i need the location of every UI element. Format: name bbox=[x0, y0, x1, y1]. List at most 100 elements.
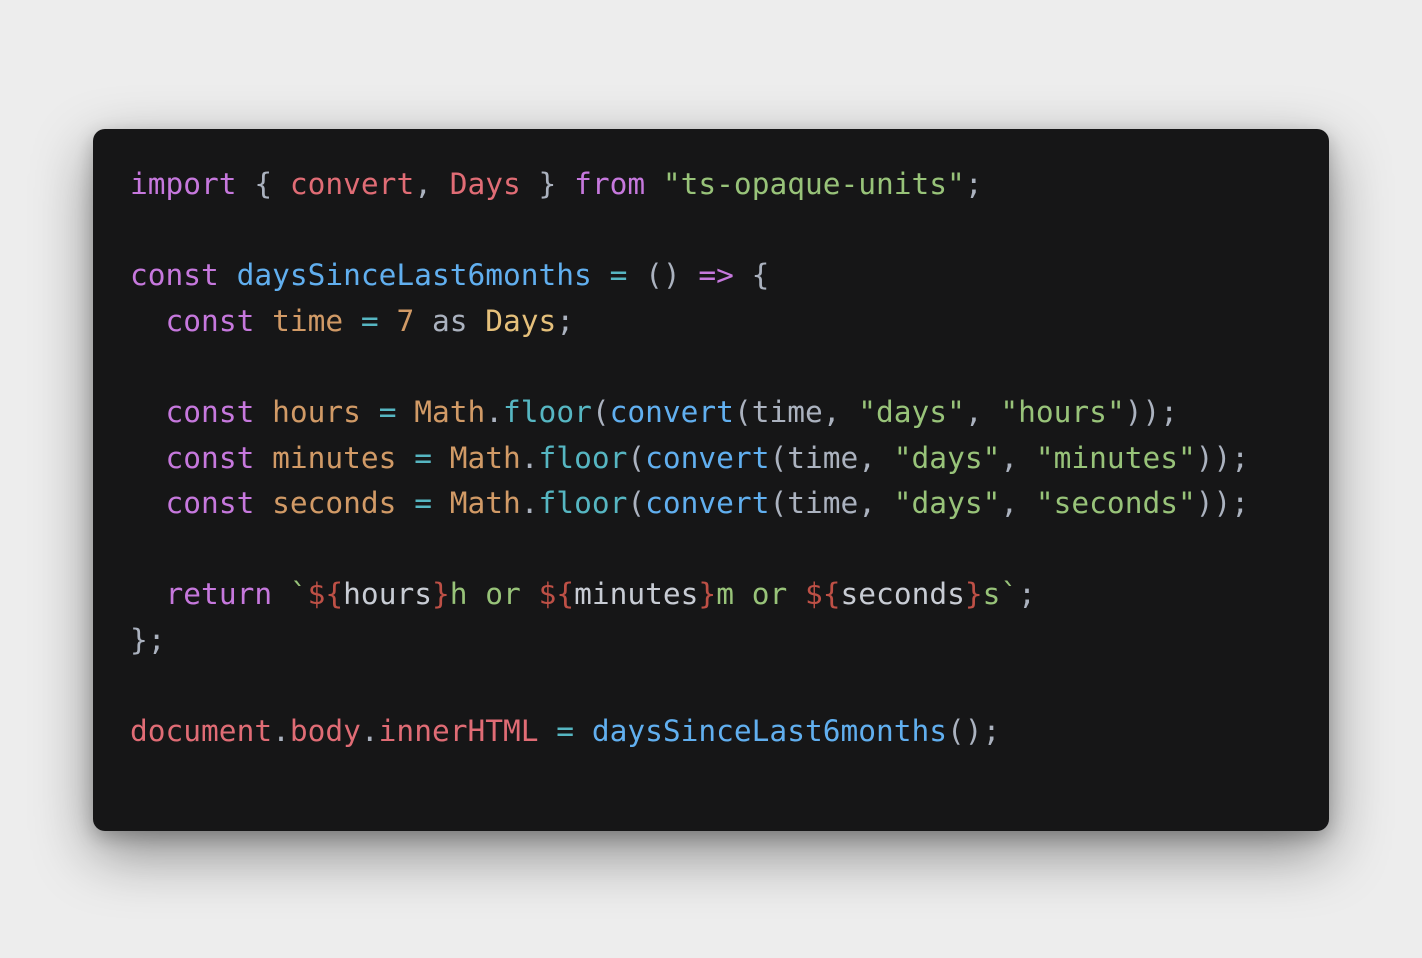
code-token-punctuation: ; bbox=[964, 167, 983, 201]
code-token-punctuation: (time, bbox=[769, 440, 894, 475]
code-line: const minutes = Math.floor(convert(time,… bbox=[130, 436, 1250, 482]
code-token-string: "ts-opaque-units" bbox=[662, 167, 965, 201]
code-token-template-brace: } bbox=[431, 577, 450, 612]
code-token-method: = bbox=[609, 258, 628, 293]
code-token-template-brace: ${ bbox=[307, 577, 344, 612]
code-line: return `${hours}h or ${minutes}m or ${se… bbox=[130, 572, 1249, 618]
code-line: ​ bbox=[130, 527, 1249, 573]
code-token-punctuation: { bbox=[733, 258, 770, 293]
code-token-punctuation bbox=[130, 395, 166, 429]
code-token-punctuation: }; bbox=[130, 622, 166, 657]
code-line: const hours = Math.floor(convert(time, "… bbox=[130, 390, 1249, 436]
code-token-function-name: convert bbox=[645, 486, 770, 521]
code-token-method: = bbox=[360, 303, 379, 338]
code-line: ​ bbox=[130, 208, 1249, 254]
code-token-punctuation bbox=[254, 395, 272, 429]
code-token-punctuation bbox=[343, 304, 361, 338]
code-token-variable: minutes bbox=[272, 440, 397, 475]
code-token-keyword: const bbox=[130, 258, 219, 293]
code-token-string: "minutes" bbox=[1035, 440, 1196, 475]
code-token-punctuation bbox=[219, 258, 237, 292]
code-token-keyword: from bbox=[574, 167, 646, 201]
code-token-punctuation: ; bbox=[1018, 577, 1036, 612]
code-token-import-name: Days bbox=[449, 167, 521, 201]
code-token-keyword: const bbox=[165, 486, 255, 521]
code-token-string: "hours" bbox=[1000, 394, 1125, 429]
code-token-punctuation bbox=[432, 486, 450, 520]
code-token-punctuation bbox=[254, 304, 272, 338]
code-token-interpolated: seconds bbox=[840, 577, 965, 612]
code-token-punctuation bbox=[592, 258, 610, 292]
code-token-keyword: import bbox=[130, 167, 237, 201]
code-token-punctuation: (time, bbox=[769, 486, 894, 521]
code-token-variable: time bbox=[272, 303, 344, 338]
code-token-function-name: daysSinceLast6months bbox=[591, 714, 948, 749]
code-line: import { convert, Days } from "ts-opaque… bbox=[130, 162, 1249, 208]
code-token-punctuation bbox=[396, 395, 414, 429]
code-token-punctuation bbox=[645, 167, 663, 201]
code-token-punctuation: ( bbox=[627, 440, 646, 475]
code-token-function-name: convert bbox=[645, 440, 770, 475]
code-token-variable: Math bbox=[449, 486, 521, 521]
code-token-variable: 7 bbox=[396, 303, 415, 338]
code-token-punctuation: , bbox=[414, 167, 450, 201]
code-line: ​ bbox=[130, 664, 1249, 710]
code-token-punctuation: )); bbox=[1124, 394, 1178, 429]
code-token-punctuation bbox=[130, 304, 166, 338]
code-token-punctuation: as bbox=[414, 303, 486, 338]
code-token-keyword: return bbox=[165, 577, 273, 612]
code-line: document.body.innerHTML = daysSinceLast6… bbox=[130, 709, 1249, 755]
code-token-punctuation bbox=[432, 441, 450, 475]
code-token-import-name: document bbox=[130, 714, 273, 749]
code-token-punctuation: { bbox=[236, 167, 290, 201]
code-token-punctuation bbox=[254, 441, 272, 475]
code-token-string: "days" bbox=[858, 394, 965, 429]
code-token-punctuation bbox=[539, 714, 557, 748]
code-token-punctuation bbox=[379, 304, 397, 338]
code-token-template-text: m or bbox=[716, 577, 805, 612]
code-token-keyword: const bbox=[165, 303, 255, 338]
code-token-keyword: const bbox=[165, 440, 255, 475]
code-token-punctuation: , bbox=[1000, 486, 1036, 521]
code-token-punctuation: } bbox=[520, 167, 575, 201]
code-token-variable: Math bbox=[449, 440, 521, 475]
code-token-import-name: convert bbox=[289, 167, 415, 201]
code-token-punctuation: , bbox=[964, 394, 1001, 429]
code-token-punctuation bbox=[254, 486, 272, 520]
code-token-keyword: const bbox=[165, 394, 255, 429]
code-line: const seconds = Math.floor(convert(time,… bbox=[130, 481, 1250, 527]
code-token-method: = bbox=[414, 486, 432, 521]
code-token-punctuation bbox=[396, 486, 414, 520]
code-token-string: "days" bbox=[893, 440, 1001, 475]
code-token-function-name: daysSinceLast6months bbox=[236, 258, 592, 293]
code-token-punctuation: (time, bbox=[733, 394, 859, 429]
code-token-variable: hours bbox=[272, 394, 361, 429]
code-token-punctuation bbox=[396, 441, 414, 475]
code-token-punctuation bbox=[361, 395, 379, 429]
code-token-punctuation bbox=[574, 714, 592, 748]
code-token-template-brace: ${ bbox=[805, 577, 841, 612]
code-token-template-brace: } bbox=[698, 577, 717, 612]
code-token-punctuation: ( bbox=[591, 394, 610, 429]
code-token-punctuation bbox=[130, 486, 166, 520]
code-token-punctuation: (); bbox=[947, 714, 1001, 749]
code-token-method: floor bbox=[503, 394, 592, 429]
code-block: import { convert, Days } from "ts-opaque… bbox=[130, 162, 1249, 755]
code-snippet-window: import { convert, Days } from "ts-opaque… bbox=[93, 129, 1329, 831]
code-line: const time = 7 as Days; bbox=[130, 299, 1249, 345]
code-token-method: = bbox=[378, 394, 397, 429]
code-token-punctuation: . bbox=[520, 486, 539, 521]
code-token-punctuation: . bbox=[485, 394, 504, 429]
code-token-punctuation: . bbox=[520, 440, 539, 475]
code-token-keyword: => bbox=[698, 258, 734, 293]
code-token-punctuation: ( bbox=[627, 486, 646, 521]
code-token-punctuation: , bbox=[1000, 440, 1036, 475]
code-token-punctuation: () bbox=[627, 258, 699, 293]
code-token-variable: seconds bbox=[272, 486, 397, 521]
code-token-type: Days bbox=[485, 303, 557, 338]
code-line: const daysSinceLast6months = () => { bbox=[130, 253, 1249, 299]
code-line: ​ bbox=[130, 344, 1249, 390]
code-token-string: "days" bbox=[893, 486, 1001, 521]
code-token-import-name: innerHTML bbox=[378, 714, 539, 749]
code-token-function-name: convert bbox=[609, 394, 734, 429]
